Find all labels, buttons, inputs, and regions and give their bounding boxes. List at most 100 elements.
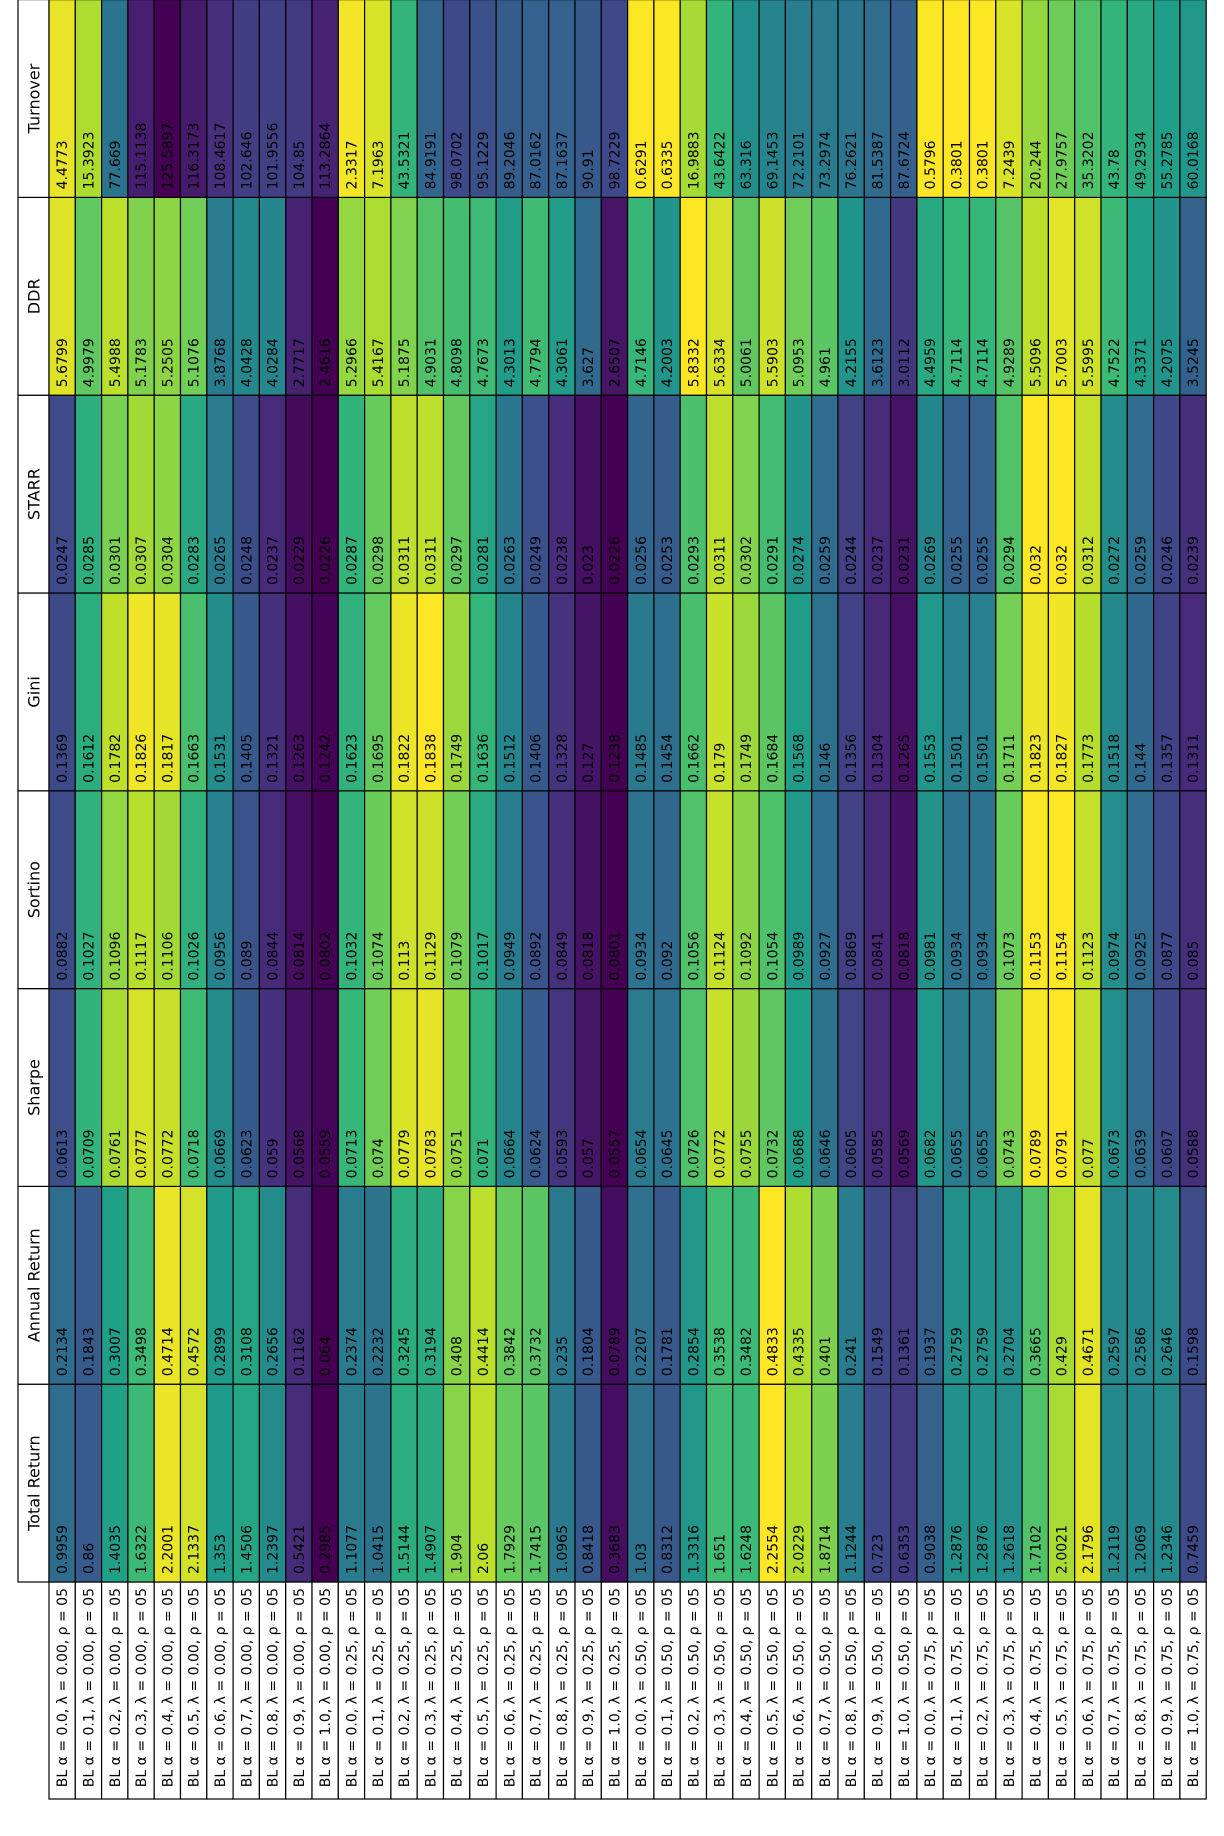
cell-value: 0.057: [581, 1138, 597, 1178]
cell-value: 4.7146: [634, 338, 650, 387]
cell-value: 0.86: [81, 1543, 97, 1574]
cell-value: 0.1749: [450, 734, 466, 783]
cell-value: 0.0311: [397, 536, 413, 585]
cell-value: 1.5144: [397, 1525, 413, 1574]
cell-value: 0.0607: [1160, 1129, 1176, 1178]
cell-value: 0.0307: [134, 536, 150, 585]
cell-value: 0.0265: [213, 536, 229, 585]
cell-value: 2.2001: [160, 1525, 176, 1574]
cell-value: 0.0949: [502, 932, 518, 981]
row-label: BL α = 0.2, λ = 0.75, ρ = 05: [976, 1588, 992, 1787]
cell-value: 0.6291: [634, 140, 650, 189]
cell-value: 0.0989: [792, 932, 808, 981]
cell-value: 104.85: [292, 140, 308, 189]
cell-value: 0.0237: [266, 536, 282, 585]
row-label: BL α = 0.1, λ = 0.25, ρ = 05: [371, 1588, 387, 1787]
cell-value: 89.2046: [502, 131, 518, 189]
cell-value: 0.3482: [739, 1327, 755, 1376]
row-label: BL α = 0.3, λ = 0.00, ρ = 05: [134, 1588, 150, 1787]
cell-value: 0.6353: [897, 1525, 913, 1574]
cell-value: 0.2134: [55, 1327, 71, 1376]
cell-value: 0.3194: [423, 1327, 439, 1376]
cell-value: 0.1549: [870, 1327, 886, 1376]
cell-value: 0.1154: [1055, 932, 1071, 981]
cell-value: 0.0237: [870, 536, 886, 585]
cell-value: 20.244: [1028, 140, 1044, 189]
cell-value: 0.0709: [81, 1129, 97, 1178]
cell-value: 0.1826: [134, 734, 150, 783]
cell-value: 0.2232: [371, 1327, 387, 1376]
cell-value: 0.0718: [187, 1129, 203, 1178]
cell-value: 0.0732: [765, 1129, 781, 1178]
cell-value: 1.651: [713, 1534, 729, 1574]
cell-value: 0.0311: [713, 536, 729, 585]
cell-value: 0.074: [371, 1138, 387, 1178]
cell-value: 0.1485: [634, 734, 650, 783]
cell-value: 5.6334: [713, 338, 729, 387]
cell-value: 1.7415: [529, 1525, 545, 1574]
cell-value: 0.1843: [81, 1327, 97, 1376]
cell-value: 1.353: [213, 1534, 229, 1574]
cell-value: 0.1531: [213, 734, 229, 783]
cell-value: 5.4167: [371, 338, 387, 387]
cell-value: 0.0743: [1002, 1129, 1018, 1178]
cell-value: 0.1321: [266, 734, 282, 783]
cell-value: 73.2974: [818, 131, 834, 189]
cell-value: 81.5387: [870, 131, 886, 189]
cell-value: 4.4773: [55, 140, 71, 189]
cell-value: 0.0624: [529, 1129, 545, 1178]
cell-value: 0.1092: [739, 932, 755, 981]
row-label: BL α = 0.4, λ = 0.50, ρ = 05: [739, 1588, 755, 1787]
cell-value: 0.1804: [581, 1327, 597, 1376]
cell-value: 0.0312: [1081, 536, 1097, 585]
cell-value: 0.0981: [923, 932, 939, 981]
cell-value: 0.0783: [423, 1129, 439, 1178]
cell-value: 0.144: [1133, 743, 1149, 783]
cell-value: 0.8312: [660, 1525, 676, 1574]
cell-value: 0.1242: [318, 734, 334, 783]
cell-value: 3.627: [581, 347, 597, 387]
row-label: BL α = 0.5, λ = 0.75, ρ = 05: [1055, 1588, 1071, 1787]
cell-value: 0.1512: [502, 734, 518, 783]
cell-value: 0.1827: [1055, 734, 1071, 783]
cell-value: 0.1822: [397, 734, 413, 783]
cell-value: 2.4616: [318, 338, 334, 387]
cell-value: 0.0605: [844, 1129, 860, 1178]
cell-value: 0.0669: [213, 1129, 229, 1178]
cell-value: 4.8098: [450, 338, 466, 387]
cell-value: 0.0269: [923, 536, 939, 585]
cell-value: 84.9191: [423, 131, 439, 189]
cell-value: 0.071: [476, 1138, 492, 1178]
row-label: BL α = 0.3, λ = 0.75, ρ = 05: [1002, 1588, 1018, 1787]
cell-value: 1.2876: [949, 1525, 965, 1574]
cell-value: 69.1453: [765, 131, 781, 189]
row-label: BL α = 0.9, λ = 0.50, ρ = 05: [870, 1588, 886, 1787]
cell-value: 0.0588: [1186, 1129, 1202, 1178]
row-label: BL α = 0.8, λ = 0.00, ρ = 05: [266, 1588, 282, 1787]
cell-value: 0.0294: [1002, 536, 1018, 585]
cell-value: 0.3245: [397, 1327, 413, 1376]
cell-value: 4.7114: [949, 338, 965, 387]
cell-value: 0.1032: [344, 932, 360, 981]
cell-value: 0.3801: [949, 140, 965, 189]
cell-value: 0.0568: [292, 1129, 308, 1178]
cell-value: 0.0934: [976, 932, 992, 981]
cell-value: 0.7459: [1186, 1525, 1202, 1574]
cell-value: 0.0779: [397, 1129, 413, 1178]
cell-value: 0.1079: [450, 932, 466, 981]
cell-value: 0.1684: [765, 734, 781, 783]
cell-value: 0.0239: [1186, 536, 1202, 585]
cell-value: 95.1229: [476, 131, 492, 189]
cell-value: 0.9038: [923, 1525, 939, 1574]
cell-value: 98.0702: [450, 131, 466, 189]
cell-value: 0.1406: [529, 734, 545, 783]
cell-value: 0.0713: [344, 1129, 360, 1178]
cell-value: 0.401: [818, 1336, 834, 1376]
cell-value: 0.408: [450, 1336, 466, 1376]
cell-value: 0.1162: [292, 1327, 308, 1376]
cell-value: 0.1817: [160, 734, 176, 783]
cell-value: 5.5995: [1081, 338, 1097, 387]
rotated-table-container: Total Return Annual Return Sharpe Sortino Gi…: [0, 0, 1224, 1836]
cell-value: 0.1663: [187, 734, 203, 783]
cell-value: 0.0791: [1055, 1129, 1071, 1178]
